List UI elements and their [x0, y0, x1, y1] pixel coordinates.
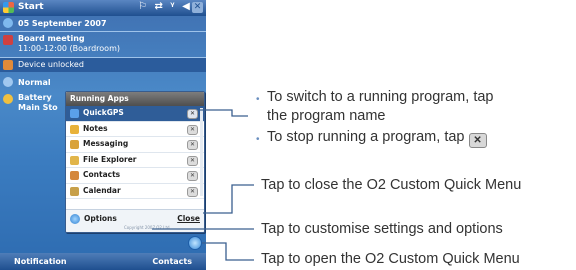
callout-line-open: [202, 242, 254, 261]
bullet-icon: •: [256, 134, 260, 145]
callout-line-apps: [200, 109, 248, 117]
annotation-stop-text: To stop running a program, tap: [267, 129, 465, 145]
annotation-open-menu: Tap to open the O2 Custom Quick Menu: [261, 251, 520, 267]
annotation-switch: To switch to a running program, tap the …: [267, 88, 493, 126]
annotation-close-menu: Tap to close the O2 Custom Quick Menu: [261, 177, 522, 193]
close-app-icon: ✕: [468, 133, 487, 148]
annotation-switch-line1: To switch to a running program, tap: [267, 89, 494, 105]
annotation-stop: To stop running a program, tap ✕: [267, 128, 487, 148]
callout-line-close: [203, 184, 254, 214]
annotation-options: Tap to customise settings and options: [261, 221, 503, 237]
bullet-icon: •: [256, 94, 260, 105]
annotation-switch-line2: the program name: [267, 108, 386, 124]
